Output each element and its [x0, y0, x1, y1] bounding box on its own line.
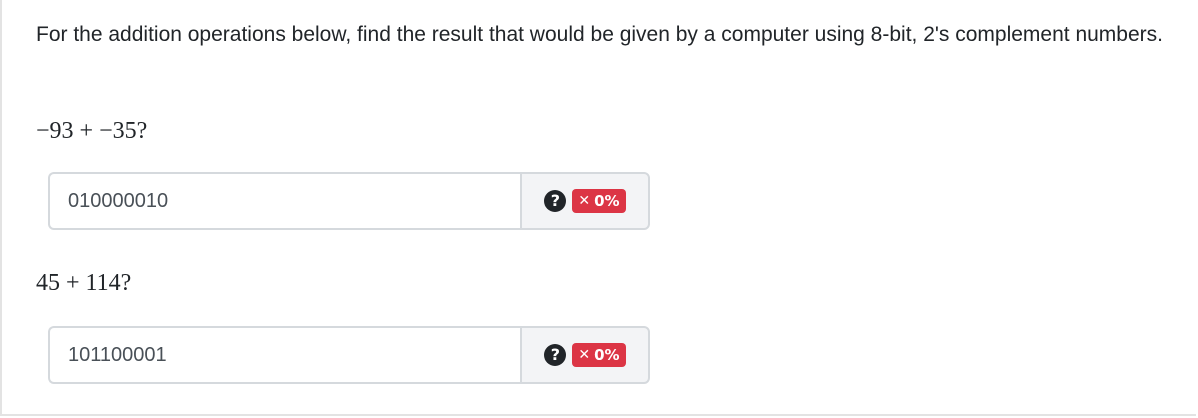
times-icon: ✕ [578, 193, 591, 209]
answer-input-2[interactable] [48, 326, 520, 384]
question-circle-icon[interactable]: ? [544, 344, 567, 366]
answer-input-1[interactable] [48, 172, 520, 230]
score-value-2: 0% [594, 346, 620, 364]
question-circle-icon[interactable]: ? [544, 190, 567, 212]
question-2-label: 45 + 114? [36, 270, 132, 296]
score-value-1: 0% [594, 192, 620, 210]
answer-addon-1: ? ✕ 0% [520, 172, 650, 230]
score-badge-1: ✕ 0% [572, 189, 626, 213]
question-card: For the addition operations below, find … [0, 0, 1196, 416]
score-badge-2: ✕ 0% [572, 343, 626, 367]
times-icon: ✕ [578, 347, 591, 363]
answer-group-1: ? ✕ 0% [48, 172, 650, 230]
question-prompt: For the addition operations below, find … [36, 23, 1163, 46]
answer-group-2: ? ✕ 0% [48, 326, 650, 384]
question-1-label: −93 + −35? [36, 118, 148, 144]
answer-addon-2: ? ✕ 0% [520, 326, 650, 384]
